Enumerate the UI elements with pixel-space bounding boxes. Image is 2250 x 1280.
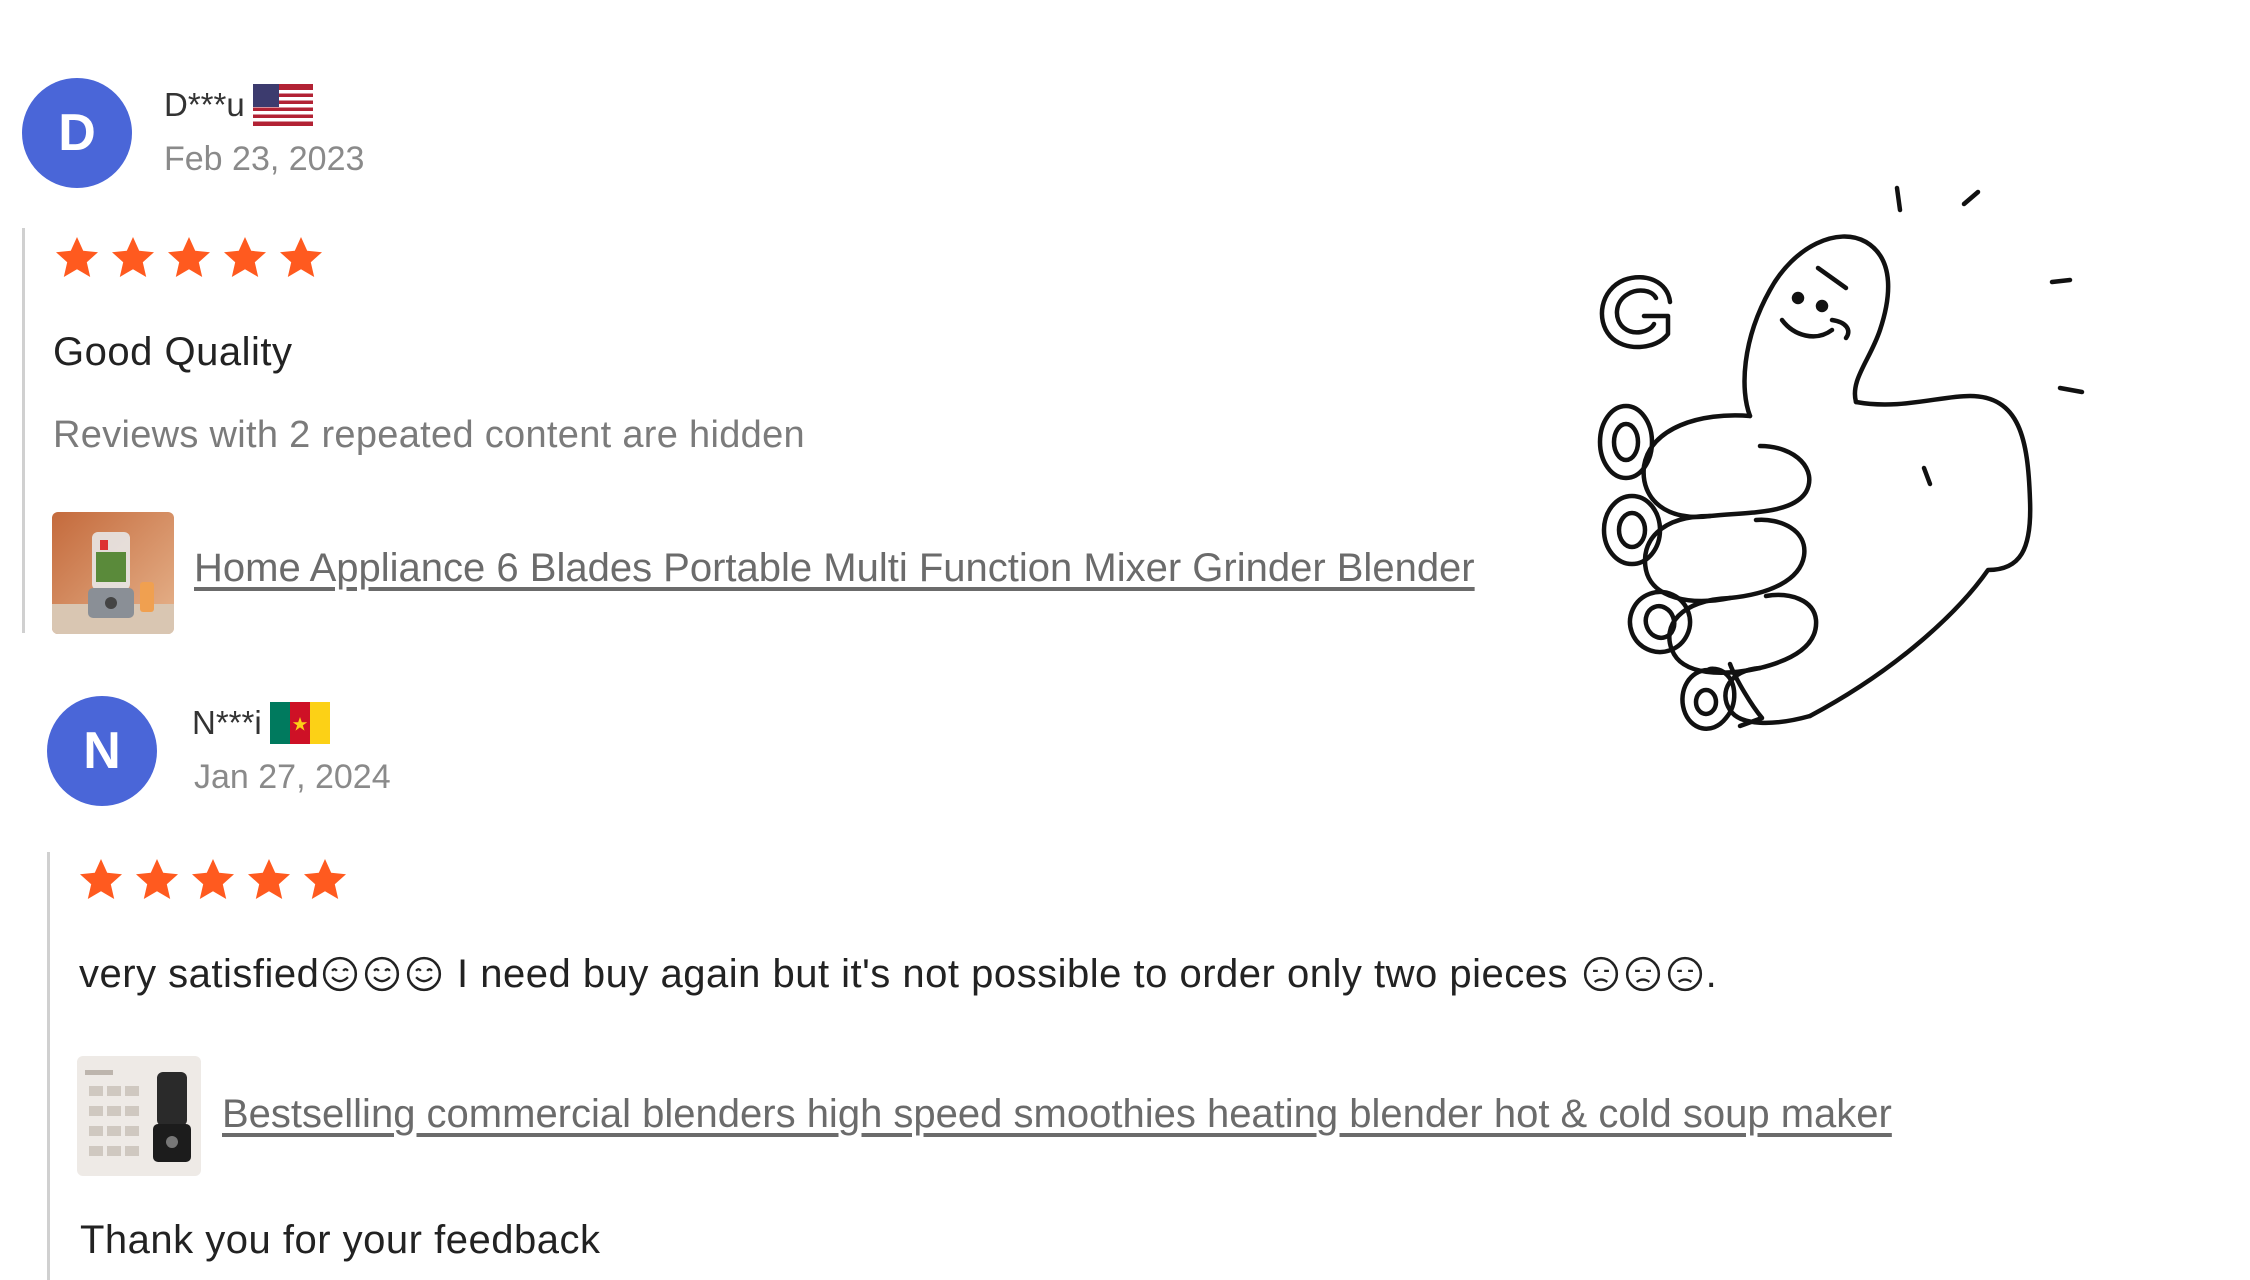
sad-face-icon bbox=[1667, 956, 1702, 992]
reviewer-name: D***u bbox=[164, 84, 313, 126]
review-date: Jan 27, 2024 bbox=[194, 758, 391, 796]
star-icon bbox=[136, 859, 178, 899]
product-link[interactable]: Home Appliance 6 Blades Portable Multi F… bbox=[194, 546, 1475, 591]
smiley-icon bbox=[365, 956, 400, 992]
avatar: N bbox=[47, 696, 157, 806]
star-icon bbox=[192, 859, 234, 899]
hidden-reviews-note: Reviews with 2 repeated content are hidd… bbox=[53, 414, 805, 456]
sad-face-icon bbox=[1625, 956, 1660, 992]
blender-image bbox=[77, 1056, 201, 1176]
seller-reply: Thank you for your feedback bbox=[80, 1218, 601, 1262]
star-icon bbox=[56, 237, 98, 277]
star-rating bbox=[76, 856, 350, 904]
reviewer-name-text: D***u bbox=[164, 86, 245, 123]
review-title: Good Quality bbox=[53, 330, 293, 374]
product-thumbnail[interactable] bbox=[77, 1056, 201, 1176]
star-icon bbox=[224, 237, 266, 277]
review-body-part: very satisfied bbox=[79, 952, 320, 996]
blender-image bbox=[52, 512, 174, 634]
star-rating bbox=[52, 234, 326, 282]
product-link[interactable]: Bestselling commercial blenders high spe… bbox=[222, 1092, 1892, 1137]
sad-face-icon bbox=[1583, 956, 1618, 992]
star-icon bbox=[168, 237, 210, 277]
smiley-icon bbox=[407, 956, 442, 992]
star-icon bbox=[112, 237, 154, 277]
review-date: Feb 23, 2023 bbox=[164, 140, 365, 178]
reviewer-name: N***i bbox=[192, 702, 330, 744]
review-divider bbox=[47, 852, 50, 1280]
star-icon bbox=[280, 237, 322, 277]
product-thumbnail[interactable] bbox=[52, 512, 174, 634]
avatar: D bbox=[22, 78, 132, 188]
reviewer-name-text: N***i bbox=[192, 704, 262, 741]
review-body-part: . bbox=[1705, 952, 1718, 996]
us-flag-icon bbox=[252, 84, 313, 126]
review-body-part: I need buy again but it's not possible t… bbox=[445, 952, 1580, 996]
star-icon bbox=[248, 859, 290, 899]
good-thumbs-up-doodle bbox=[1597, 185, 2085, 731]
star-icon bbox=[80, 859, 122, 899]
cameroon-flag-icon bbox=[269, 702, 330, 744]
review-divider bbox=[22, 228, 25, 633]
smiley-icon bbox=[323, 956, 358, 992]
review-body: very satisfied I need buy again but it's… bbox=[79, 952, 1717, 997]
star-icon bbox=[304, 859, 346, 899]
